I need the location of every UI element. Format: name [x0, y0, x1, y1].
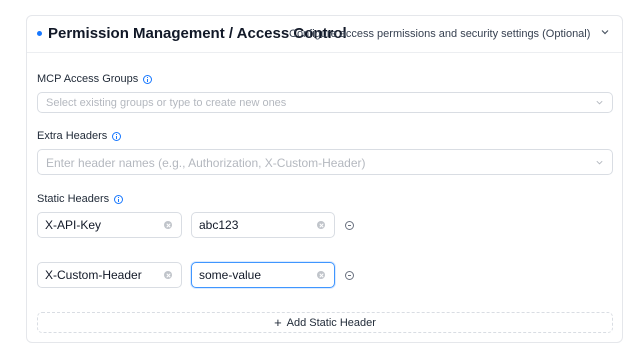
- extra-headers-select[interactable]: Enter header names (e.g., Authorization,…: [37, 149, 613, 175]
- add-static-header-button[interactable]: + Add Static Header: [37, 312, 613, 333]
- clear-icon[interactable]: [317, 271, 325, 279]
- extra-headers-placeholder: Enter header names (e.g., Authorization,…: [46, 156, 366, 170]
- extra-headers-label: Extra Headers: [37, 130, 122, 142]
- permission-panel: Permission Management / Access Control C…: [26, 15, 623, 343]
- access-groups-select[interactable]: Select existing groups or type to create…: [37, 92, 613, 113]
- header-value-field[interactable]: [191, 212, 335, 238]
- add-static-header-label: Add Static Header: [286, 316, 376, 329]
- panel-header[interactable]: Permission Management / Access Control C…: [27, 16, 622, 53]
- header-value-field[interactable]: [191, 262, 335, 288]
- info-icon[interactable]: [114, 194, 124, 204]
- info-icon[interactable]: [112, 131, 122, 141]
- header-key-field[interactable]: [37, 212, 182, 238]
- section-subtitle: Configure access permissions and securit…: [289, 28, 591, 40]
- clear-icon[interactable]: [164, 271, 172, 279]
- header-key-field[interactable]: [37, 262, 182, 288]
- remove-header-icon[interactable]: [345, 271, 354, 280]
- info-icon[interactable]: [143, 74, 153, 84]
- header-key-input[interactable]: [45, 263, 155, 287]
- header-value-input[interactable]: [199, 213, 309, 237]
- chevron-down-icon: [596, 160, 603, 165]
- header-value-input[interactable]: [199, 263, 309, 287]
- remove-header-icon[interactable]: [345, 221, 354, 230]
- extra-headers-label-text: Extra Headers: [37, 130, 108, 142]
- access-groups-label: MCP Access Groups: [37, 73, 153, 85]
- static-headers-label: Static Headers: [37, 193, 124, 205]
- header-key-input[interactable]: [45, 213, 155, 237]
- access-groups-placeholder: Select existing groups or type to create…: [46, 97, 287, 109]
- section-dot-icon: [37, 31, 42, 36]
- chevron-down-icon[interactable]: [600, 27, 610, 37]
- chevron-down-icon: [596, 100, 603, 105]
- clear-icon[interactable]: [164, 221, 172, 229]
- clear-icon[interactable]: [317, 221, 325, 229]
- static-headers-label-text: Static Headers: [37, 193, 110, 205]
- access-groups-label-text: MCP Access Groups: [37, 73, 139, 85]
- plus-icon: +: [274, 315, 282, 330]
